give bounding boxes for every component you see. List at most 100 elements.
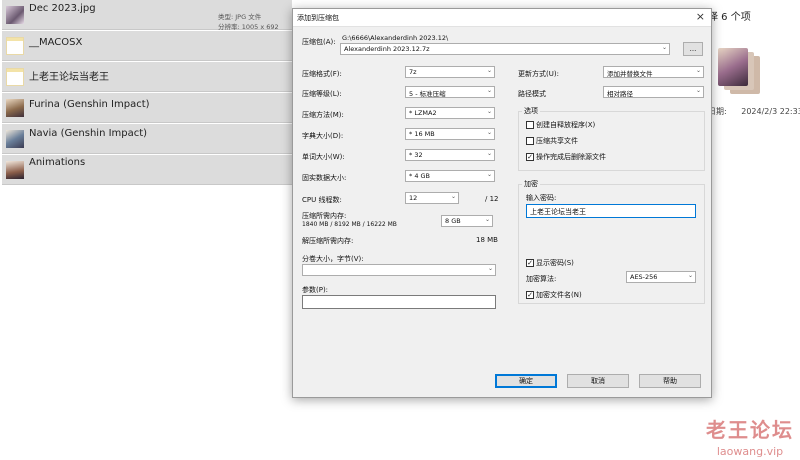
word-value: * 32 [409,151,423,159]
file-type: 类型: JPG 文件 [218,13,262,21]
threads-label: CPU 线程数: [302,196,342,204]
chevron-down-icon: ⌄ [486,171,492,178]
file-meta: 类型: JPG 文件 分辨率: 1005 x 692 [218,12,279,32]
level-select[interactable]: 5 - 标准压缩 ⌄ [405,86,495,98]
chevron-down-icon: ⌄ [695,87,701,94]
file-name: Navia (Genshin Impact) [29,128,148,139]
chevron-down-icon: ⌄ [486,129,492,136]
split-combo[interactable]: ⌄ [302,264,496,276]
solid-value: * 4 GB [409,172,431,180]
file-list: Dec 2023.jpg 类型: JPG 文件 分辨率: 1005 x 692 … [0,0,292,186]
memory-value: 8 GB [445,217,461,225]
checkbox-label: 操作完成后删除源文件 [536,153,606,161]
pathmode-label: 路径模式 [518,90,546,98]
check-icon: ✓ [526,153,534,161]
sfx-checkbox[interactable]: 创建自释放程序(X) [526,120,595,130]
preview-thumbnail [718,48,748,86]
file-name: Furina (Genshin Impact) [29,99,150,110]
shared-files-checkbox[interactable]: 压缩共享文件 [526,136,578,146]
format-label: 压缩格式(F): [302,70,342,78]
details-date: 日期: 2024/2/3 22:33 - 2 [708,106,800,117]
method-select[interactable]: * LZMA2 ⌄ [405,107,495,119]
chevron-down-icon: ⌄ [486,67,492,74]
file-row-navia[interactable]: Navia (Genshin Impact) [2,124,292,154]
file-row-dec-2023[interactable]: Dec 2023.jpg 类型: JPG 文件 分辨率: 1005 x 692 [2,0,292,32]
browse-button[interactable]: ... [683,42,703,56]
pathmode-select[interactable]: 相对路径 ⌄ [603,86,704,98]
chevron-down-icon: ⌄ [661,44,667,51]
image-folder-thumbnail [6,99,24,117]
folder-icon [6,37,24,55]
image-folder-thumbnail [6,161,24,179]
delete-after-checkbox[interactable]: ✓ 操作完成后删除源文件 [526,152,606,162]
threads-select[interactable]: 12 ⌄ [405,192,459,204]
file-name: Animations [29,157,86,168]
method-label: 压缩方法(M): [302,111,344,119]
file-name: __MACOSX [29,37,83,48]
solid-select[interactable]: * 4 GB ⌄ [405,170,495,182]
encryption-title: 加密 [522,179,540,189]
memory-label: 压缩所需内存: [302,212,347,220]
close-icon[interactable]: × [696,10,705,23]
memory-detail: 1840 MB / 8192 MB / 16222 MB [302,221,397,228]
word-select[interactable]: * 32 ⌄ [405,149,495,161]
level-label: 压缩等级(L): [302,90,342,98]
word-label: 单词大小(W): [302,153,345,161]
show-password-checkbox[interactable]: ✓ 显示密码(S) [526,258,574,268]
format-value: 7z [409,68,417,76]
selection-count: 择 6 个项 [708,12,751,23]
file-row-furina[interactable]: Furina (Genshin Impact) [2,93,292,123]
format-select[interactable]: 7z ⌄ [405,66,495,78]
checkbox-label: 压缩共享文件 [536,137,578,145]
decompress-memory-value: 18 MB [476,236,498,244]
archive-label: 压缩包(A): [302,38,336,46]
file-row-macosx[interactable]: __MACOSX [2,31,292,61]
file-row-laowang[interactable]: 上老王论坛当老王 [2,62,292,92]
memory-select[interactable]: 8 GB ⌄ [441,215,493,227]
encryption-method-select[interactable]: AES-256 ⌄ [626,271,696,283]
password-input[interactable]: 上老王论坛当老王 [526,204,696,218]
ok-button[interactable]: 确定 [495,374,557,388]
method-value: * LZMA2 [409,109,437,117]
chevron-down-icon: ⌄ [450,193,456,200]
update-label: 更新方式(U): [518,70,559,78]
checkbox-label: 加密文件名(N) [536,291,582,299]
watermark-cn: 老王论坛 [706,418,794,442]
file-name: 上老王论坛当老王 [29,72,109,83]
check-icon: ✓ [526,291,534,299]
dict-value: * 16 MB [409,130,435,138]
archive-name-value: Alexanderdinh 2023.12.7z [344,45,430,53]
watermark-en: laowang.vip [716,445,784,458]
archive-path: G:\6666\Alexanderdinh 2023.12\ [342,34,449,42]
help-button[interactable]: 帮助 [639,374,701,388]
options-title: 选项 [522,106,540,116]
chevron-down-icon: ⌄ [486,150,492,157]
image-folder-thumbnail [6,130,24,148]
update-select[interactable]: 添加并替换文件 ⌄ [603,66,704,78]
dict-label: 字典大小(D): [302,132,344,140]
check-icon: ✓ [526,259,534,267]
checkbox-label: 创建自释放程序(X) [536,121,596,129]
solid-label: 固实数据大小: [302,174,347,182]
cancel-button[interactable]: 取消 [567,374,629,388]
file-row-animations[interactable]: Animations [2,155,292,185]
pathmode-value: 相对路径 [607,90,633,98]
dict-select[interactable]: * 16 MB ⌄ [405,128,495,140]
chevron-down-icon: ⌄ [695,67,701,74]
params-input[interactable] [302,295,496,309]
chevron-down-icon: ⌄ [484,216,490,223]
encrypt-names-checkbox[interactable]: ✓ 加密文件名(N) [526,290,582,300]
update-value: 添加并替换文件 [607,70,653,78]
chevron-down-icon: ⌄ [486,87,492,94]
params-label: 参数(P): [302,286,329,294]
checkbox-box [526,137,534,145]
date-value: 2024/2/3 22:33 - 2 [741,107,800,116]
level-value: 5 - 标准压缩 [409,90,446,98]
archive-name-combo[interactable]: Alexanderdinh 2023.12.7z ⌄ [340,43,670,55]
threads-max: / 12 [485,195,499,203]
add-to-archive-dialog: 添加到压缩包 × 压缩包(A): G:\6666\Alexanderdinh 2… [292,8,712,398]
checkbox-box [526,121,534,129]
file-name: Dec 2023.jpg [29,3,96,14]
threads-value: 12 [409,194,418,202]
dialog-titlebar[interactable]: 添加到压缩包 × [293,9,711,27]
